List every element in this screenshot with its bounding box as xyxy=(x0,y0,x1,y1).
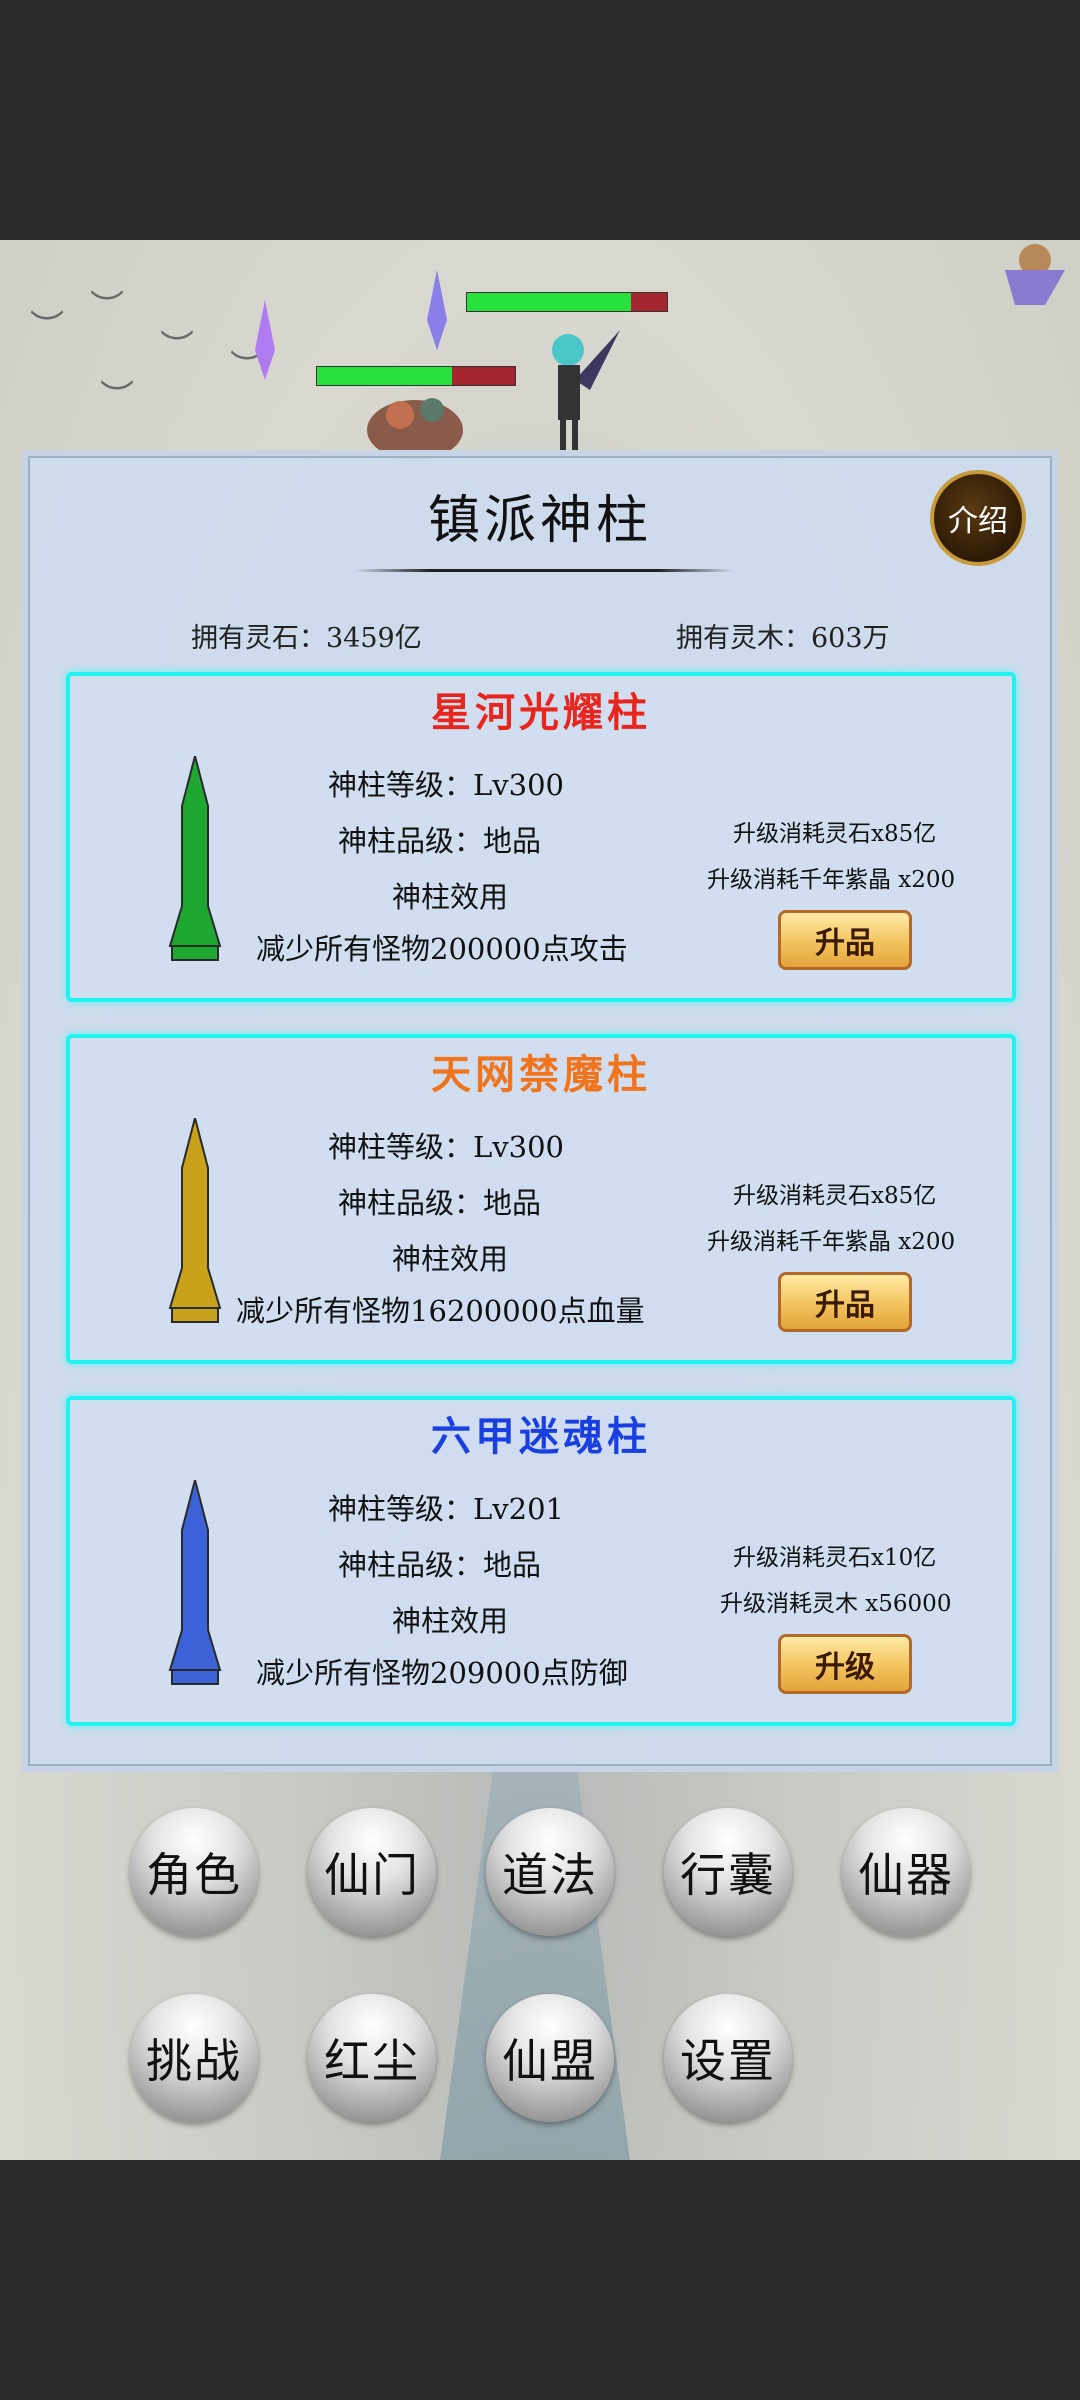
pillar-effect-title: 神柱效用 xyxy=(392,1604,509,1638)
pillar-effect-title: 神柱效用 xyxy=(392,880,509,914)
pillar-grade: 神柱品级：地品 xyxy=(338,1186,542,1220)
pillar-card: 天网禁魔柱 神柱等级：Lv300 神柱品级：地品 神柱效用 减少所有怪物1620… xyxy=(66,1034,1016,1364)
upgrade-grade-button[interactable]: 升品 xyxy=(778,1272,912,1332)
top-letterbox xyxy=(0,0,1080,240)
pillar-effect: 减少所有怪物200000点攻击 xyxy=(256,932,628,966)
menu-role-button[interactable]: 角色 xyxy=(130,1808,258,1936)
menu-challenge-button[interactable]: 挑战 xyxy=(130,1994,258,2122)
menu-settings-button[interactable]: 设置 xyxy=(664,1994,792,2122)
pillar-name: 六甲迷魂柱 xyxy=(431,1413,651,1460)
upgrade-grade-button[interactable]: 升品 xyxy=(778,910,912,970)
upgrade-cost-stone: 升级消耗灵石x85亿 xyxy=(733,1183,937,1209)
pillar-card: 星河光耀柱 神柱等级：Lv300 神柱品级：地品 神柱效用 减少所有怪物2000… xyxy=(66,672,1016,1002)
bird-icon: ︶ xyxy=(100,378,134,418)
spirit-stone-count: 拥有灵石：3459亿 xyxy=(191,623,422,654)
fairy-sprite xyxy=(1005,244,1065,305)
menu-world-button[interactable]: 红尘 xyxy=(308,1994,436,2122)
cultivator-sprite xyxy=(530,330,620,450)
pillar-level: 神柱等级：Lv300 xyxy=(328,768,564,802)
monster-sprite xyxy=(367,398,463,460)
menu-artifact-button[interactable]: 仙器 xyxy=(842,1808,970,1936)
pillar-icon xyxy=(168,1480,222,1685)
pillar-level: 神柱等级：Lv300 xyxy=(328,1130,564,1164)
bird-icon: ︶ xyxy=(160,328,194,368)
menu-alliance-button[interactable]: 仙盟 xyxy=(486,1994,614,2122)
spirit-bolt-icon xyxy=(427,270,447,350)
page-title: 镇派神柱 xyxy=(427,491,652,551)
upgrade-cost-material: 升级消耗灵木 x56000 xyxy=(720,1591,952,1617)
pillar-level: 神柱等级：Lv201 xyxy=(328,1492,564,1526)
pillar-effect: 减少所有怪物209000点防御 xyxy=(256,1656,628,1690)
pillar-effect: 减少所有怪物16200000点血量 xyxy=(236,1294,645,1328)
enemy-hp-bar xyxy=(466,292,668,312)
title-divider xyxy=(354,569,734,572)
pillar-name: 天网禁魔柱 xyxy=(431,1051,651,1098)
bird-icon: ︶ xyxy=(30,308,64,348)
spirit-wood-count: 拥有灵木：603万 xyxy=(676,623,890,654)
pillar-grade: 神柱品级：地品 xyxy=(338,1548,542,1582)
upgrade-level-button[interactable]: 升级 xyxy=(778,1634,912,1694)
pillar-icon xyxy=(168,1118,222,1323)
upgrade-cost-stone: 升级消耗灵石x10亿 xyxy=(733,1545,937,1571)
pillar-icon xyxy=(168,756,222,961)
menu-dharma-button[interactable]: 道法 xyxy=(486,1808,614,1936)
upgrade-cost-stone: 升级消耗灵石x85亿 xyxy=(733,821,937,847)
intro-button[interactable]: 介绍 xyxy=(930,470,1026,566)
menu-bag-button[interactable]: 行囊 xyxy=(664,1808,792,1936)
pillar-effect-title: 神柱效用 xyxy=(392,1242,509,1276)
pillar-name: 星河光耀柱 xyxy=(431,689,651,736)
sect-pillar-panel: 镇派神柱 介绍 拥有灵石：3459亿 拥有灵木：603万 星河光耀柱 神柱等级：… xyxy=(22,450,1058,1772)
menu-sect-button[interactable]: 仙门 xyxy=(308,1808,436,1936)
upgrade-cost-material: 升级消耗千年紫晶 x200 xyxy=(707,867,956,893)
pillar-card: 六甲迷魂柱 神柱等级：Lv201 神柱品级：地品 神柱效用 减少所有怪物2090… xyxy=(66,1396,1016,1726)
bird-icon: ︶ xyxy=(90,288,124,328)
spirit-bolt-icon xyxy=(255,300,275,380)
upgrade-cost-material: 升级消耗千年紫晶 x200 xyxy=(707,1229,956,1255)
bottom-letterbox xyxy=(0,2160,1080,2400)
hp-fill xyxy=(467,293,631,311)
pillar-grade: 神柱品级：地品 xyxy=(338,824,542,858)
